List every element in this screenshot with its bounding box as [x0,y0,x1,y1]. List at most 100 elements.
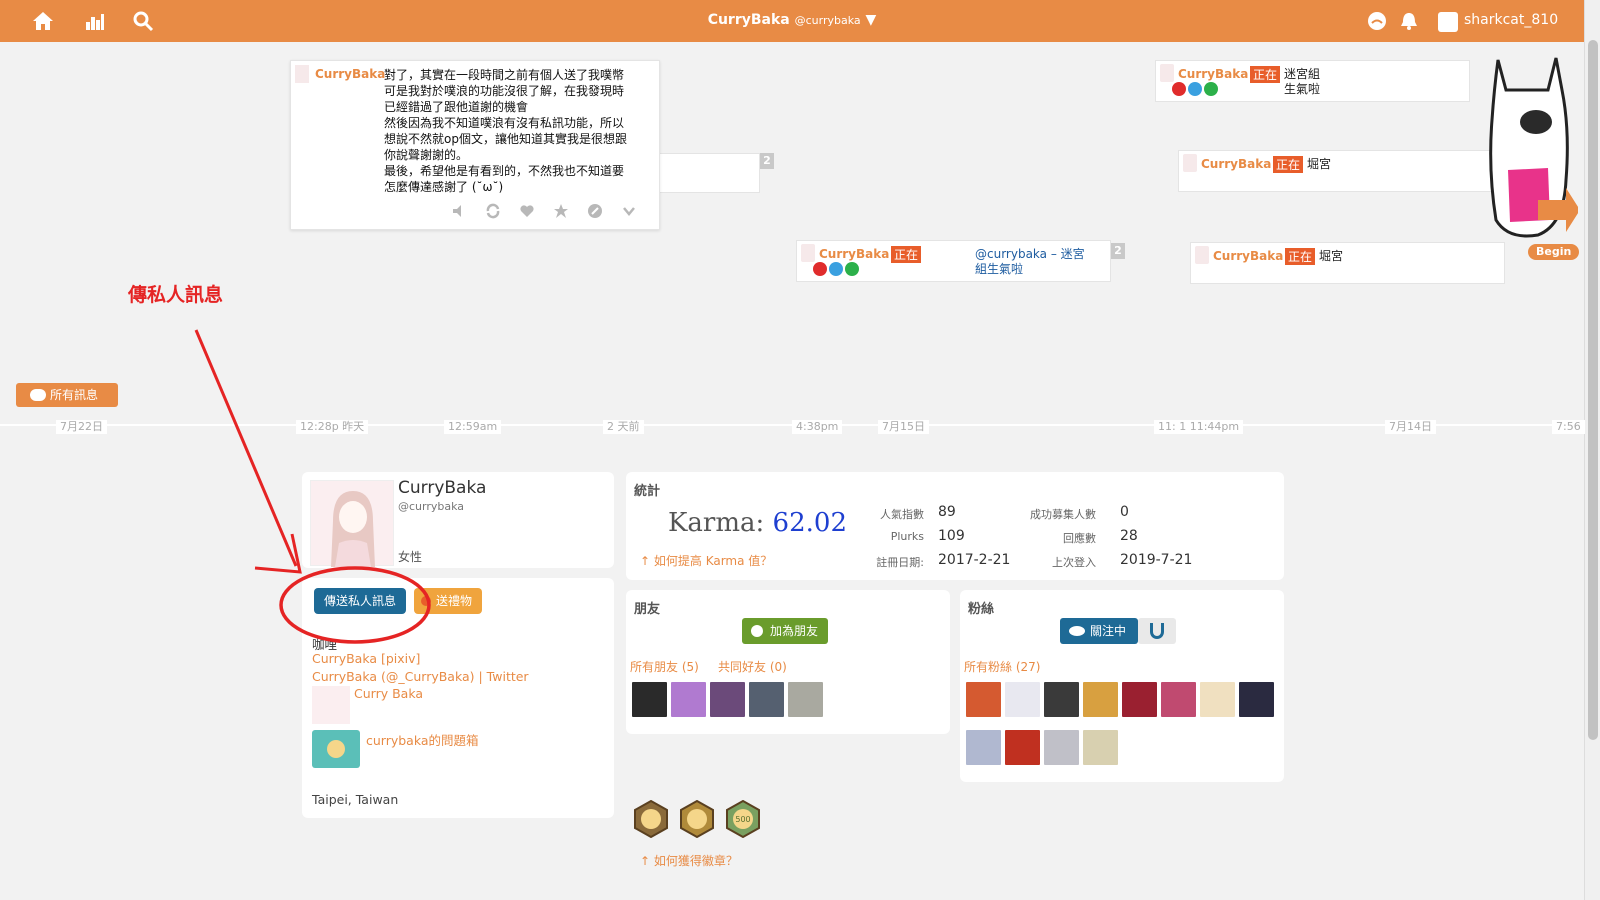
stats-title: 統計 [634,484,661,499]
mute-icon[interactable] [451,203,467,219]
achievement-badge-icon[interactable]: 500 [724,800,762,838]
follow-icon [1150,623,1164,639]
user-thumbnail[interactable] [710,682,745,717]
follow-options-button[interactable] [1138,618,1176,644]
plurk-nick[interactable]: CurryBaka [315,67,385,81]
stat-value: 2019-7-21 [1120,552,1193,568]
user-thumbnail[interactable] [1044,682,1079,717]
about-link-twitter[interactable]: CurryBaka (@_CurryBaka) | Twitter [312,669,529,684]
achievement-badge-icon[interactable] [632,800,670,838]
bell-icon[interactable] [1398,10,1420,32]
user-thumbnail[interactable] [1005,730,1040,765]
profile-title[interactable]: CurryBaka @currybaka ▼ [0,12,1584,28]
avatar-illustration [331,491,375,567]
replurk-icon [1204,82,1218,96]
user-thumbnail[interactable] [1239,682,1274,717]
user-thumbnail[interactable] [1044,730,1079,765]
about-link-pixiv[interactable]: CurryBaka [pixiv] [312,651,420,666]
timeline-label: 2 天前 [603,420,644,434]
plurk-nick[interactable]: CurryBaka [819,247,889,261]
begin-button[interactable]: Begin [1528,244,1580,260]
user-thumbnail[interactable] [1083,730,1118,765]
user-thumbnail[interactable] [1005,682,1040,717]
plurk-line: 怎麼傳達感謝了 (˘ω˘) [384,180,504,194]
plurk-card[interactable]: CurryBaka 正在 迷宮組 生氣啦 [1155,60,1470,102]
timeline-label: 4:38pm [792,420,843,434]
user-thumbnail[interactable] [1200,682,1235,717]
improve-karma-label: 如何提高 Karma 值？ [653,554,773,568]
current-username[interactable]: sharkcat_810 [1464,12,1558,28]
karma-display: Karma: 62.02 [668,508,847,538]
stat-value: 28 [1120,528,1138,544]
plurk-card[interactable]: CurryBaka 正在 @currybaka – 迷宮 組生氣啦 [796,240,1111,282]
user-thumbnail[interactable] [1122,682,1157,717]
user-thumbnail[interactable] [1083,682,1118,717]
plurk-avatar [801,244,815,262]
chevron-down-icon[interactable]: ▼ [866,12,877,28]
all-friends-link[interactable]: 所有朋友 (5) [630,658,699,675]
question-box-icon [327,740,345,758]
send-gift-label: 送禮物 [436,594,473,608]
gift-icon [421,596,431,606]
chevron-down-icon[interactable] [621,203,637,219]
badges-howto-link[interactable]: ↑ 如何獲得徽章？ [640,852,738,869]
send-gift-button[interactable]: 送禮物 [414,588,483,614]
plurk-actions [451,203,637,219]
all-messages-button[interactable]: 所有訊息 [16,383,118,407]
profile-avatar[interactable] [310,480,394,567]
all-fans-link[interactable]: 所有粉絲 (27) [964,658,1040,675]
fans-panel: 粉絲 關注中 所有粉絲 (27) [960,590,1284,782]
user-thumbnail[interactable] [1161,682,1196,717]
replurk-icon[interactable] [485,203,501,219]
page-scrollbar[interactable] [1584,0,1600,900]
friends-title: 朋友 [634,602,661,617]
heart-icon[interactable] [519,203,535,219]
plurk-line: 然後因為我不知道噗浪有沒有私訊功能，所以 [384,116,625,130]
mutual-friends-link[interactable]: 共同好友 (0) [718,658,787,675]
gift-coin-icon[interactable] [587,203,603,219]
plurk-line: 最後，希望他是有看到的，不然我也不知道要 [384,164,625,178]
improve-karma-link[interactable]: ↑ 如何提高 Karma 值？ [640,552,772,569]
link-card-title[interactable]: currybaka的問題箱 [366,730,479,749]
stat-label: 註冊日期: [876,556,924,569]
plurk-text-line: 組生氣啦 [975,262,1024,276]
link-card-title[interactable]: Curry Baka [354,686,423,701]
scrollbar-thumb[interactable] [1588,40,1598,740]
following-button[interactable]: 關注中 [1060,618,1139,644]
badges-howto-label: 如何獲得徽章？ [653,854,738,868]
badge-label: 500 [735,815,750,824]
emoticon-icon[interactable] [1366,10,1388,32]
timeline-label: 12:59am [444,420,502,434]
star-icon[interactable] [553,203,569,219]
user-handle: @currybaka [794,14,861,27]
stat-label: 人氣指數 [880,508,924,521]
user-avatar[interactable] [1438,12,1458,32]
plurk-card[interactable]: CurryBaka 正在 堀宮 [1190,242,1505,284]
user-thumbnail[interactable] [966,682,1001,717]
replurk-icon [845,262,859,276]
user-thumbnail[interactable] [788,682,823,717]
plurk-line: 想說不然就op個文，讓他知道其實我是很想跟 [384,132,627,146]
plurk-card[interactable]: CurryBaka 正在 堀宮 [1178,150,1493,192]
stat-label: Plurks [890,530,924,543]
plurk-line: 已經錯過了跟他道謝的機會 [384,100,529,114]
expanded-plurk[interactable]: CurryBaka 對了，其實在一段時間之前有個人送了我噗幣 可是我對於噗浪的功… [290,60,660,230]
achievement-badge-icon[interactable] [678,800,716,838]
user-thumbnail[interactable] [632,682,667,717]
add-friend-button[interactable]: 加為朋友 [742,618,829,644]
plurk-nick[interactable]: CurryBaka [1201,157,1271,171]
user-thumbnail[interactable] [966,730,1001,765]
user-plus-icon [751,625,763,637]
user-thumbnail[interactable] [671,682,706,717]
karma-label: Karma: [668,508,765,538]
eye-icon [1069,626,1085,636]
plurk-nick[interactable]: CurryBaka [1213,249,1283,263]
link-card-thumb[interactable] [312,730,360,768]
plurk-nick[interactable]: CurryBaka [1178,67,1248,81]
link-card-thumb[interactable] [312,686,350,724]
user-thumbnail[interactable] [749,682,784,717]
plurk-line: 可是我對於噗浪的功能沒很了解，在我發現時 [384,84,625,98]
stat-value: 0 [1120,504,1129,520]
send-private-message-button[interactable]: 傳送私人訊息 [314,588,407,614]
plurk-content: 對了，其實在一段時間之前有個人送了我噗幣 可是我對於噗浪的功能沒很了解，在我發現… [384,67,648,195]
